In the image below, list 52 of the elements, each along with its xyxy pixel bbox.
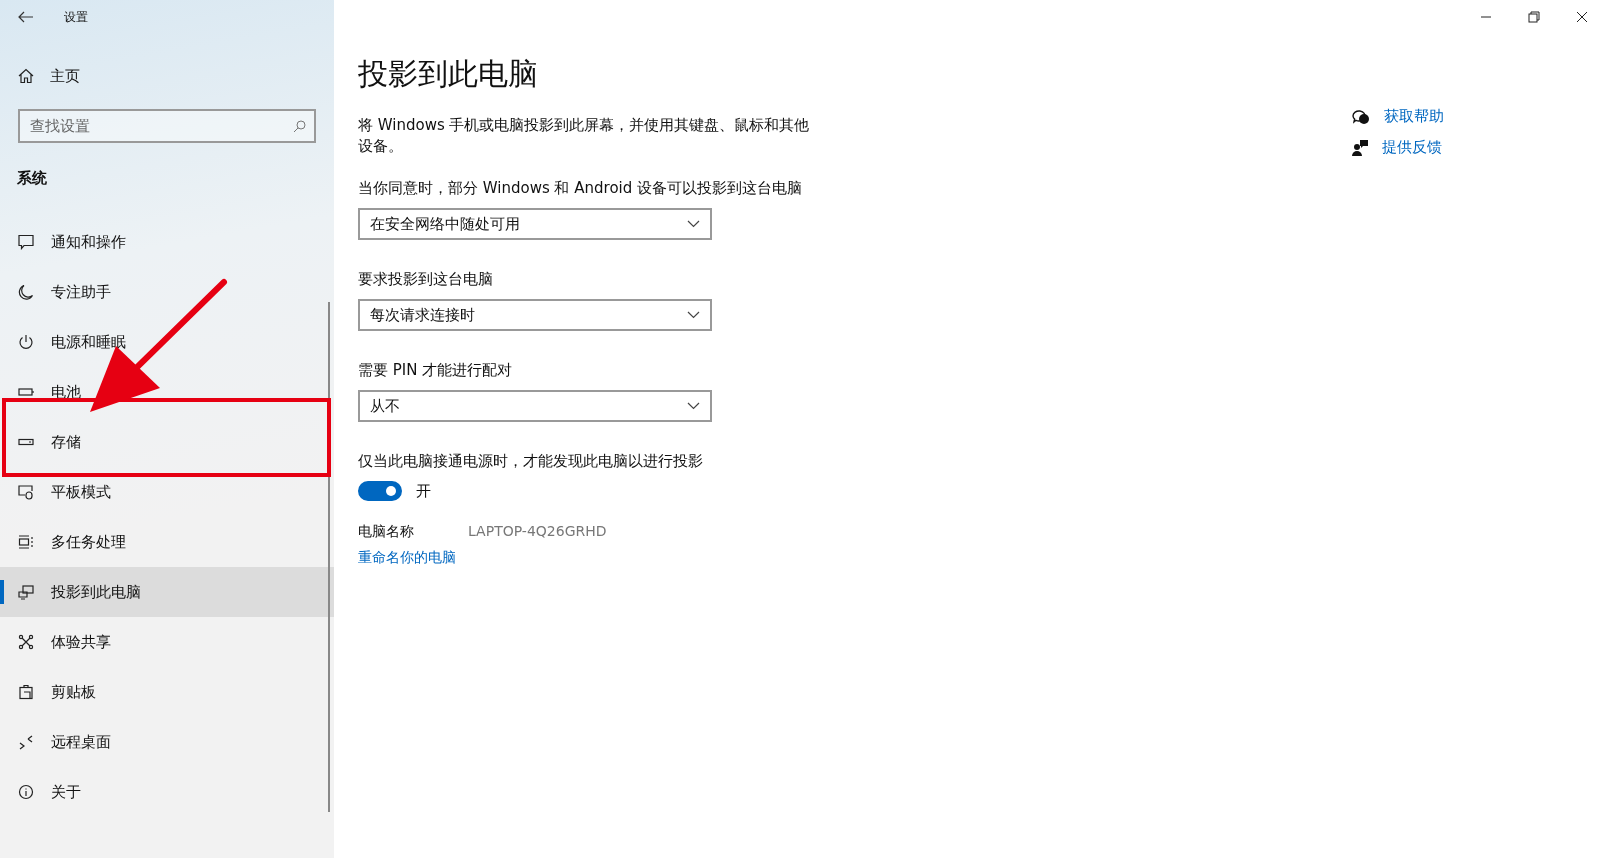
help-link[interactable]: 获取帮助 xyxy=(1384,107,1444,126)
setting-label: 当你同意时，部分 Windows 和 Android 设备可以投影到这台电脑 xyxy=(358,179,804,198)
info-icon xyxy=(18,784,34,800)
sidebar-item[interactable]: 通知和操作 xyxy=(0,217,334,267)
sidebar-item[interactable]: 体验共享 xyxy=(0,617,334,667)
projector-icon xyxy=(18,584,34,600)
back-icon[interactable] xyxy=(18,11,34,23)
search-field[interactable]: 查找设置 xyxy=(18,109,316,143)
dropdown[interactable]: 从不 xyxy=(358,390,712,422)
sidebar-item[interactable]: 存储 xyxy=(0,417,334,467)
sidebar-item[interactable]: 专注助手 xyxy=(0,267,334,317)
setting-label: 要求投影到这台电脑 xyxy=(358,270,494,289)
help-link[interactable]: 提供反馈 xyxy=(1382,138,1442,157)
chevron-icon xyxy=(687,402,700,410)
sidebar-item[interactable]: 远程桌面 xyxy=(0,717,334,767)
setting-label: 仅当此电脑接通电源时，才能发现此电脑以进行投影 xyxy=(358,452,704,471)
sidebar-item[interactable]: 电源和睡眠 xyxy=(0,317,334,367)
moon-icon xyxy=(18,284,34,300)
page-title: 投影到此电脑 xyxy=(358,55,539,93)
chevron-icon xyxy=(687,220,700,228)
home-icon xyxy=(18,68,34,84)
window-title: 设置 xyxy=(64,8,88,26)
sidebar-item[interactable]: 关于 xyxy=(0,767,334,817)
pc-name-label: 电脑名称 xyxy=(358,523,414,541)
chevron-icon xyxy=(687,311,700,319)
sidebar-item[interactable]: 平板模式 xyxy=(0,467,334,517)
description: 将 Windows 手机或电脑投影到此屏幕，并使用其键盘、鼠标和其他设备。 xyxy=(358,115,811,157)
sidebar-item[interactable]: 剪贴板 xyxy=(0,667,334,717)
rename-link[interactable]: 重命名你的电脑 xyxy=(358,549,456,567)
setting-label: 需要 PIN 才能进行配对 xyxy=(358,361,514,380)
speech-bubble-icon xyxy=(18,234,34,250)
remote-icon xyxy=(18,734,34,750)
restore-button[interactable] xyxy=(1528,11,1540,23)
toggle-switch[interactable] xyxy=(358,481,402,501)
pc-name-value: LAPTOP-4Q26GRHD xyxy=(468,523,607,541)
power-icon xyxy=(18,334,34,350)
close-button[interactable] xyxy=(1576,11,1588,23)
toggle-state: 开 xyxy=(416,481,431,501)
help-chat-icon xyxy=(1352,108,1370,125)
share-icon xyxy=(18,634,34,650)
dropdown[interactable]: 在安全网络中随处可用 xyxy=(358,208,712,240)
home-item[interactable]: 主页 xyxy=(0,64,334,88)
scrollbar[interactable] xyxy=(328,302,330,812)
tablet-icon xyxy=(18,484,34,500)
sidebar-item[interactable]: 多任务处理 xyxy=(0,517,334,567)
search-icon xyxy=(293,120,306,133)
section-heading: 系统 xyxy=(16,169,48,189)
feedback-icon xyxy=(1352,139,1368,156)
dropdown[interactable]: 每次请求连接时 xyxy=(358,299,712,331)
clipboard-icon xyxy=(18,684,34,700)
multitask-icon xyxy=(18,534,34,550)
sidebar-item[interactable]: 投影到此电脑 xyxy=(0,567,334,617)
